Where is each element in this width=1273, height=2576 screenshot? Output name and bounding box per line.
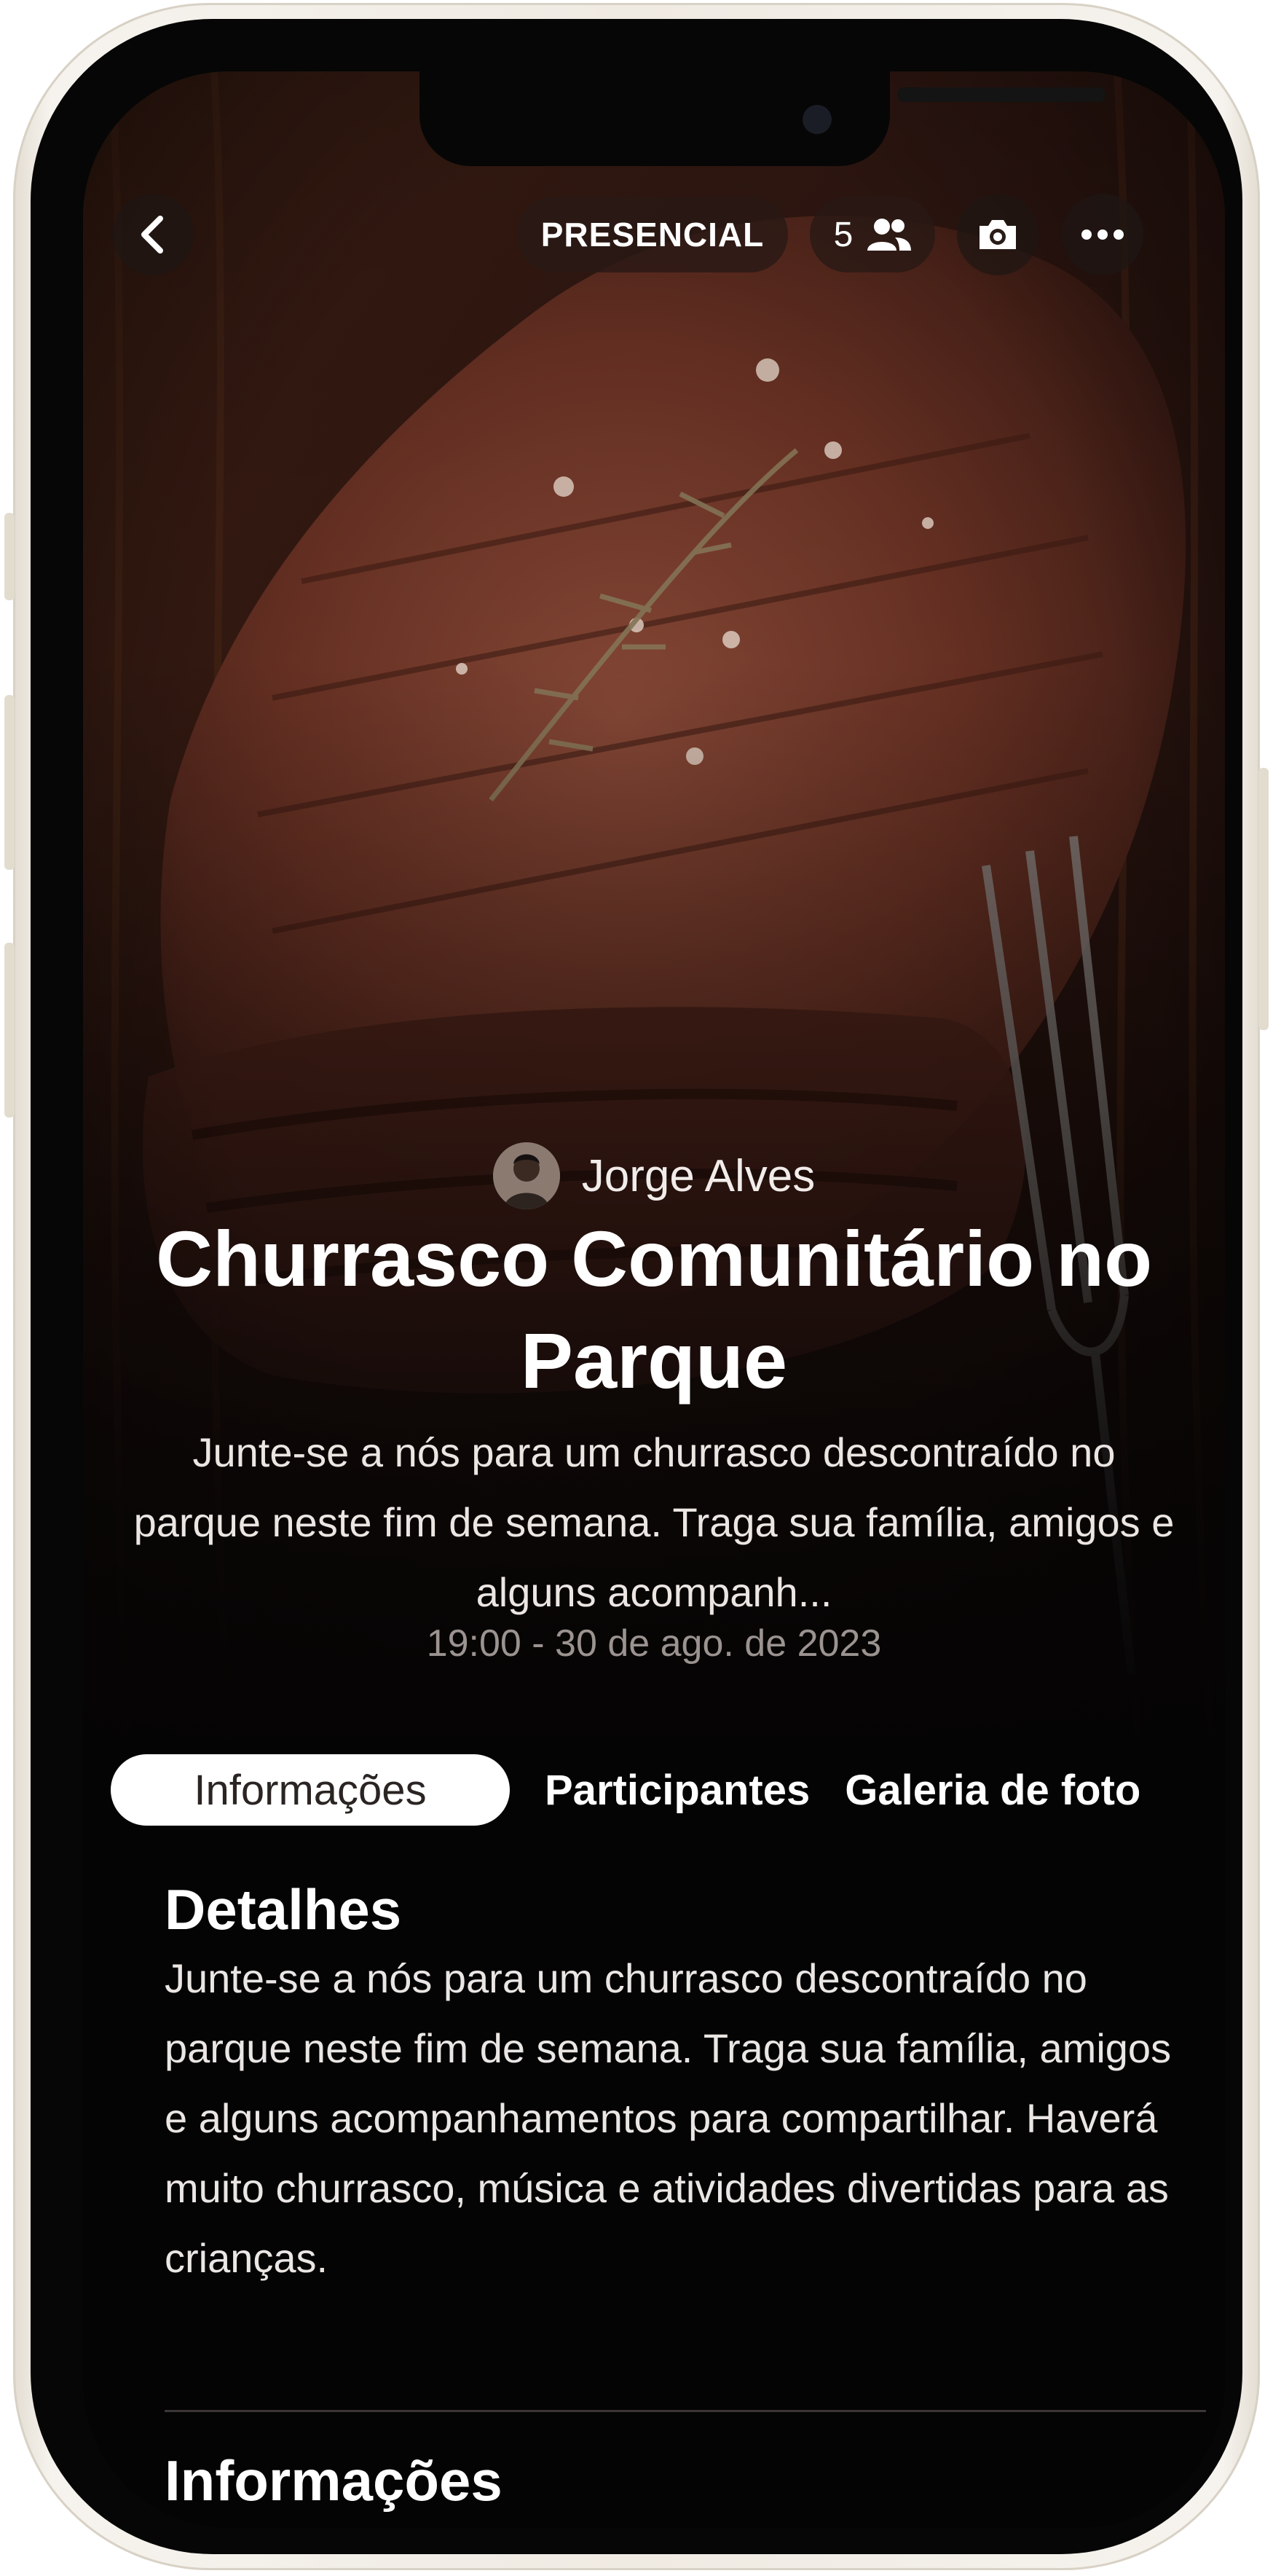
- event-date-time: 19:00 - 30 de ago. de 2023: [426, 1622, 882, 1665]
- section-tabs: Informações Participantes Galeria de fot…: [111, 1754, 1140, 1826]
- tab-galeria-de-fotos[interactable]: Galeria de foto: [845, 1766, 1140, 1815]
- power-button: [1258, 768, 1269, 1030]
- info-heading: Informações: [165, 2449, 502, 2513]
- event-title: Churrasco Comunitário no Parque: [155, 1214, 1153, 1405]
- phone-bezel: PRESENCIAL 5 Jorge Alves Churrasco Comun…: [31, 19, 1242, 2554]
- action-button: [4, 513, 15, 600]
- section-divider: [165, 2410, 1206, 2412]
- tab-informacoes[interactable]: Informações: [111, 1754, 510, 1826]
- host-name: Jorge Alves: [581, 1150, 816, 1201]
- more-options-button[interactable]: [1062, 194, 1143, 275]
- chevron-left-icon: [141, 216, 163, 254]
- host-avatar: [492, 1142, 560, 1209]
- tab-informacoes-label: Informações: [194, 1766, 427, 1814]
- tab-participantes[interactable]: Participantes: [545, 1766, 810, 1815]
- camera-button[interactable]: [957, 194, 1038, 275]
- app-screen: PRESENCIAL 5 Jorge Alves Churrasco Comun…: [83, 71, 1225, 2528]
- more-horizontal-icon: [1081, 229, 1124, 240]
- event-host[interactable]: Jorge Alves: [83, 1142, 1225, 1209]
- front-camera: [803, 105, 832, 134]
- participants-count-button[interactable]: 5: [810, 197, 935, 272]
- details-text: Junte-se a nós para um churrasco descont…: [165, 1955, 1172, 2281]
- camera-icon: [980, 220, 1016, 249]
- back-button[interactable]: [112, 194, 194, 275]
- details-heading: Detalhes: [165, 1877, 402, 1941]
- event-mode-label: PRESENCIAL: [540, 216, 765, 254]
- event-short-description: Junte-se a nós para um churrasco descont…: [133, 1429, 1175, 1615]
- event-mode-badge: PRESENCIAL: [517, 197, 788, 272]
- dynamic-island: [419, 71, 1106, 166]
- volume-down-button: [4, 943, 15, 1118]
- volume-up-button: [4, 695, 15, 870]
- speaker-grille: [897, 87, 1106, 102]
- people-icon: [867, 219, 912, 251]
- participants-count: 5: [833, 215, 854, 254]
- phone-frame: PRESENCIAL 5 Jorge Alves Churrasco Comun…: [4, 3, 1269, 2570]
